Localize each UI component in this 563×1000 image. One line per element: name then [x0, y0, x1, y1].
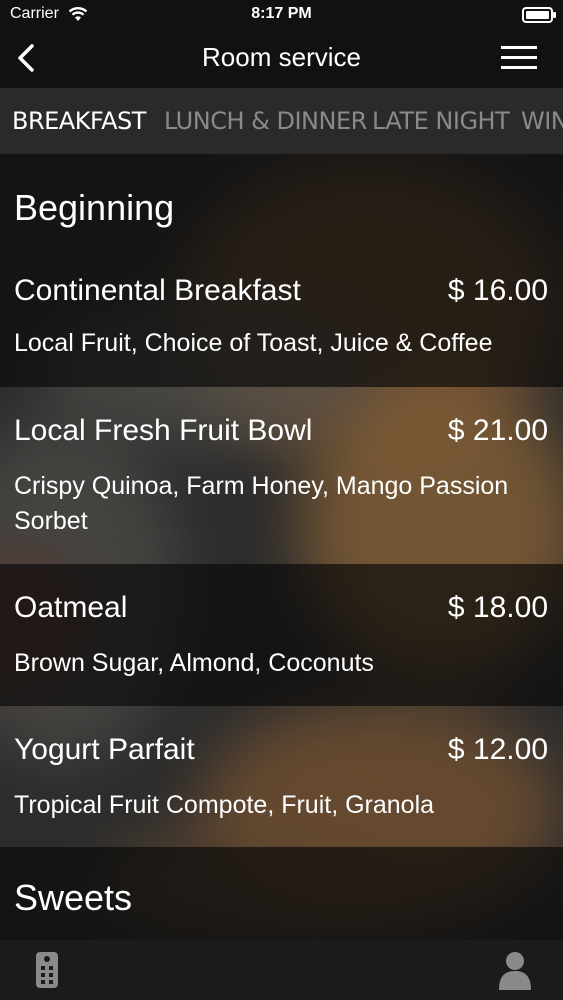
item-name: Continental Breakfast [14, 274, 301, 307]
list-item[interactable]: Yogurt Parfait $ 12.00 Tropical Fruit Co… [0, 706, 563, 847]
hamburger-menu-icon[interactable] [501, 46, 537, 70]
item-name: Oatmeal [14, 591, 128, 624]
item-description: Local Fruit, Choice of Toast, Juice & Co… [14, 329, 493, 357]
list-item[interactable]: Beginning Continental Breakfast $ 16.00 … [0, 154, 563, 387]
item-description: Crispy Quinoa, Farm Honey, Mango Passion… [14, 472, 509, 535]
battery-icon [522, 7, 556, 23]
section-title: Sweets [14, 877, 133, 918]
list-item[interactable]: Local Fresh Fruit Bowl $ 21.00 Crispy Qu… [0, 387, 563, 564]
tab-wine[interactable]: WIN [521, 107, 563, 135]
remote-control-icon[interactable] [35, 951, 59, 989]
item-name: Local Fresh Fruit Bowl [14, 414, 313, 447]
item-price: $ 12.00 [447, 733, 548, 766]
section-title: Beginning [14, 187, 175, 228]
section-header: Sweets [0, 847, 563, 940]
item-description: Brown Sugar, Almond, Coconuts [14, 649, 374, 677]
item-name: Yogurt Parfait [14, 733, 195, 766]
item-price: $ 16.00 [447, 274, 548, 307]
bottom-tab-bar [0, 940, 563, 1000]
category-tabs: BREAKFAST LUNCH & DINNER LATE NIGHT WIN [0, 88, 563, 154]
status-bar: Carrier 8:17 PM [0, 0, 563, 30]
tab-late-night[interactable]: LATE NIGHT [372, 107, 510, 135]
item-price: $ 21.00 [447, 414, 548, 447]
page-title: Room service [202, 42, 361, 72]
clock: 8:17 PM [251, 5, 312, 22]
tab-lunch-dinner[interactable]: LUNCH & DINNER [164, 107, 367, 135]
navigation-bar: Room service [0, 30, 563, 88]
item-description: Tropical Fruit Compote, Fruit, Granola [14, 791, 435, 819]
list-item[interactable]: Oatmeal $ 18.00 Brown Sugar, Almond, Coc… [0, 564, 563, 706]
tab-breakfast[interactable]: BREAKFAST [12, 107, 146, 135]
item-price: $ 18.00 [447, 591, 548, 624]
menu-list: Beginning Continental Breakfast $ 16.00 … [0, 154, 563, 940]
person-icon[interactable] [497, 950, 533, 990]
